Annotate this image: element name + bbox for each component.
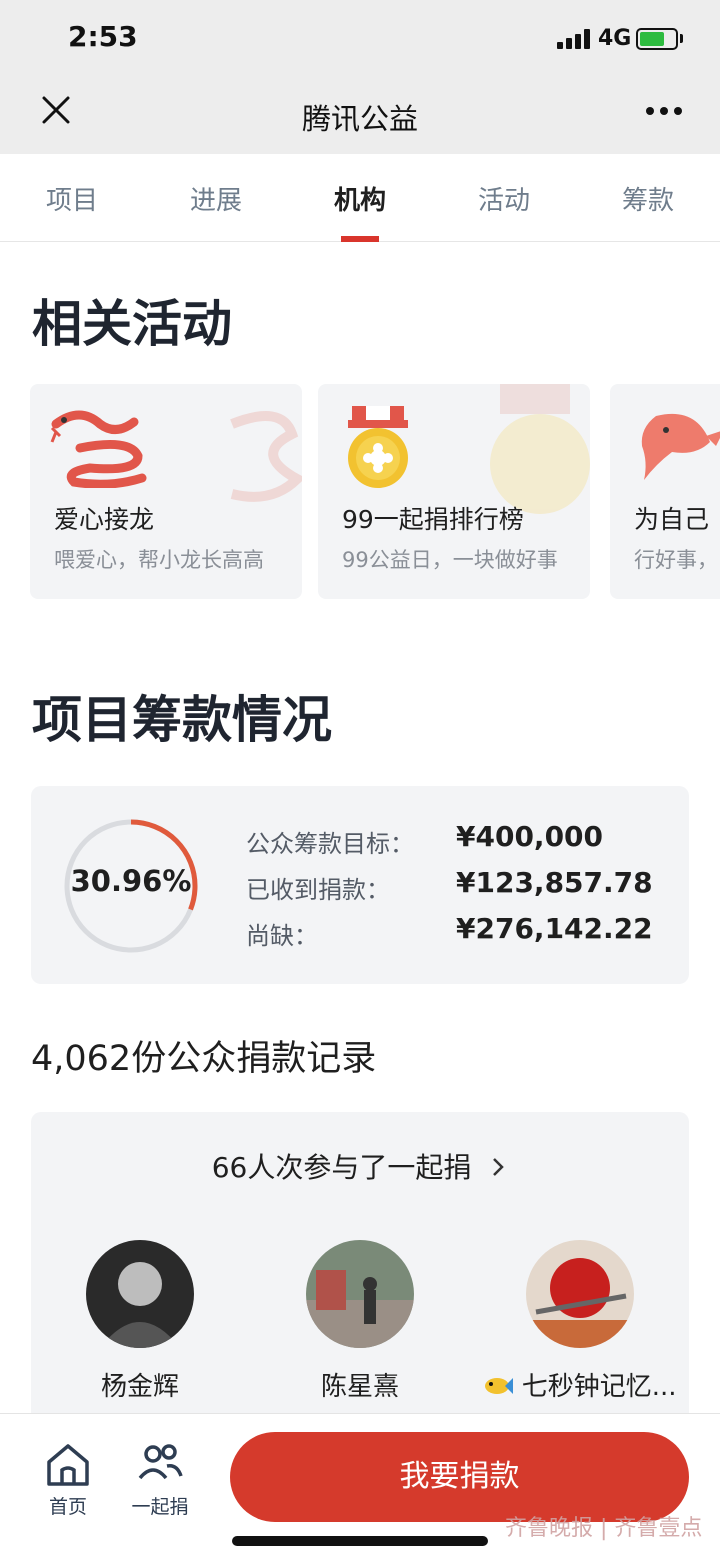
- network-type: 4G: [598, 26, 632, 51]
- avatar: [526, 1240, 634, 1348]
- funding-title: 项目筹款情况: [32, 691, 332, 749]
- received-label: 已收到捐款：: [246, 876, 390, 904]
- together-tab[interactable]: 一起捐: [120, 1442, 200, 1519]
- donor-item[interactable]: 七秒钟记忆...: [480, 1240, 680, 1403]
- people-icon: [138, 1444, 183, 1480]
- activity-card-title: 99一起捐排行榜: [342, 505, 524, 534]
- bottom-bar: 首页 一起捐 我要捐款 齐鲁晚报 | 齐鲁壹点: [0, 1413, 720, 1558]
- donor-name-row: 七秒钟记忆...: [480, 1366, 680, 1403]
- avatar: [86, 1240, 194, 1348]
- tab-bar: 项目 进展 机构 活动 筹款: [0, 154, 720, 242]
- tab-fundraising[interactable]: 筹款: [576, 180, 720, 217]
- dragon-watermark-icon: [230, 411, 302, 502]
- activity-card-subtitle: 99公益日，一块做好事: [342, 548, 558, 572]
- donor-item[interactable]: 陈星熹: [260, 1240, 460, 1403]
- close-icon[interactable]: [36, 90, 76, 130]
- activity-card-ranking[interactable]: 99一起捐排行榜 99公益日，一块做好事: [318, 384, 590, 599]
- signal-icon: [557, 29, 591, 49]
- battery-icon: [636, 28, 678, 50]
- home-tab[interactable]: 首页: [28, 1442, 108, 1519]
- status-time: 2:53: [68, 20, 138, 53]
- dragon-icon: [50, 410, 147, 488]
- home-indicator: [232, 1536, 488, 1546]
- status-bar: 2:53 4G: [0, 0, 720, 76]
- funding-percent: 30.96%: [70, 864, 192, 898]
- activity-cards: 爱心接龙 喂爱心，帮小龙长高高 99一起捐排行榜 99公益日，一块做好事 为自己…: [30, 384, 720, 599]
- goal-label: 公众筹款目标：: [246, 830, 414, 858]
- page-title: 腾讯公益: [301, 102, 418, 136]
- donate-button[interactable]: 我要捐款: [230, 1432, 689, 1522]
- fish-icon: [641, 413, 720, 480]
- together-header[interactable]: 66人次参与了一起捐: [31, 1146, 689, 1186]
- donor-name: 七秒钟记忆...: [521, 1372, 677, 1402]
- more-icon[interactable]: [642, 96, 686, 126]
- watermark-text: 齐鲁晚报 | 齐鲁壹点: [505, 1516, 703, 1541]
- donor-name: 陈星熹: [320, 1372, 399, 1402]
- tab-projects[interactable]: 项目: [0, 180, 144, 217]
- funding-summary: 30.96% 公众筹款目标： ¥400,000 已收到捐款： ¥123,857.…: [31, 786, 689, 984]
- together-donors: 66人次参与了一起捐 杨金辉 陈星熹 七秒钟记忆...: [31, 1112, 689, 1442]
- tab-organization[interactable]: 机构: [288, 180, 432, 217]
- remaining-label: 尚缺：: [246, 922, 318, 950]
- activities-title: 相关活动: [32, 295, 232, 353]
- goal-value: ¥400,000: [456, 820, 604, 853]
- together-header-label: 66人次参与了一起捐: [211, 1151, 472, 1184]
- activity-card-title: 为自己: [634, 505, 710, 534]
- fish-emoji-icon: [485, 1378, 514, 1394]
- activity-card-subtitle: 喂爱心，帮小龙长高高: [54, 548, 264, 572]
- received-value: ¥123,857.78: [456, 866, 653, 899]
- tab-progress[interactable]: 进展: [144, 180, 288, 217]
- active-tab-indicator: [341, 236, 379, 242]
- donor-item[interactable]: 杨金辉: [40, 1240, 240, 1403]
- home-icon: [47, 1444, 89, 1486]
- activity-card-title: 爱心接龙: [54, 505, 155, 534]
- activity-card-self[interactable]: 为自己 行好事，: [610, 384, 720, 599]
- together-label: 一起捐: [131, 1496, 189, 1518]
- activity-card-subtitle: 行好事，: [634, 548, 718, 572]
- nav-bar: 腾讯公益: [0, 76, 720, 154]
- battery-tip: [680, 34, 683, 43]
- activity-card-dragon[interactable]: 爱心接龙 喂爱心，帮小龙长高高: [30, 384, 302, 599]
- remaining-value: ¥276,142.22: [456, 912, 653, 945]
- donor-name: 杨金辉: [100, 1372, 179, 1402]
- records-title: 4,062份公众捐款记录: [31, 1039, 377, 1079]
- home-label: 首页: [48, 1496, 87, 1518]
- avatar: [306, 1240, 414, 1348]
- medal-icon: [348, 406, 408, 488]
- chevron-right-icon: [493, 1158, 505, 1176]
- tab-activities[interactable]: 活动: [432, 180, 576, 217]
